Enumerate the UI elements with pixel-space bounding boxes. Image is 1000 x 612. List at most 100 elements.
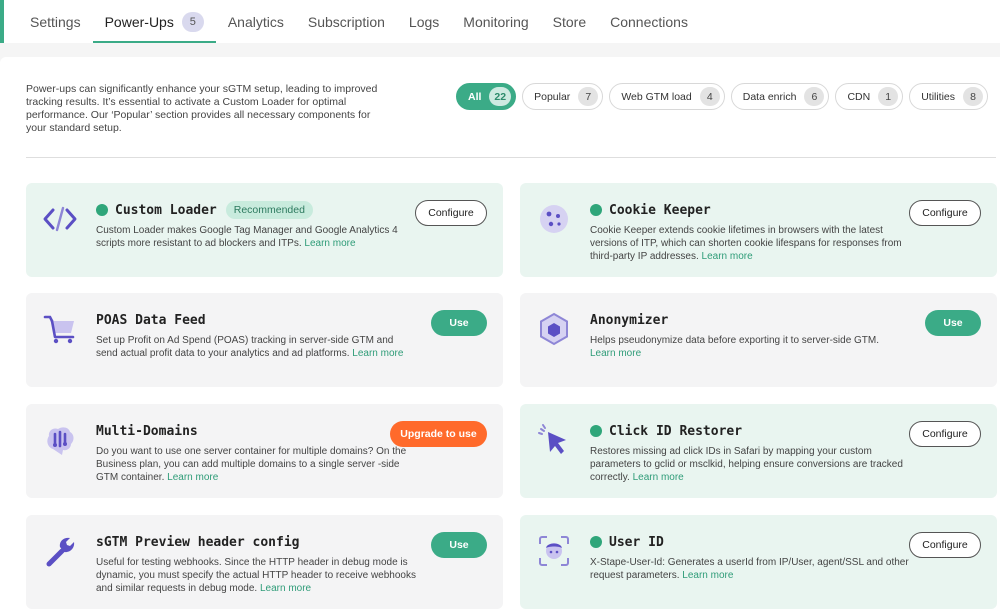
- learn-more-link[interactable]: Learn more: [260, 583, 311, 594]
- card-title: Custom Loader: [115, 202, 217, 218]
- filter-label: Utilities: [921, 90, 956, 103]
- tab-settings[interactable]: Settings: [30, 0, 93, 43]
- configure-button[interactable]: Configure: [909, 200, 981, 226]
- cookie-icon: [535, 200, 573, 238]
- divider: [26, 157, 996, 158]
- enabled-status-dot: [590, 536, 602, 548]
- card-description-text: Useful for testing webhooks. Since the H…: [96, 557, 416, 594]
- hexagon-icon: [535, 310, 573, 348]
- card-title-row: Anonymizer: [590, 310, 668, 330]
- power-up-card-sgtm-preview-header-config: sGTM Preview header config Useful for te…: [26, 515, 503, 609]
- filter-all[interactable]: All 22: [456, 83, 517, 110]
- power-up-card-anonymizer: Anonymizer Helps pseudonymize data befor…: [520, 293, 997, 387]
- filter-data-enrich[interactable]: Data enrich 6: [730, 83, 830, 110]
- tab-label: Monitoring: [463, 13, 529, 30]
- card-title-row: POAS Data Feed: [96, 310, 206, 330]
- tab-count-badge: 5: [181, 11, 204, 32]
- card-title: POAS Data Feed: [96, 312, 206, 328]
- tab-logs[interactable]: Logs: [397, 0, 451, 43]
- filter-label: Web GTM load: [621, 90, 692, 103]
- tab-label: Connections: [610, 13, 688, 30]
- cursor-click-icon: [535, 421, 573, 459]
- tab-label: Analytics: [227, 13, 284, 30]
- filter-label: Data enrich: [742, 90, 797, 103]
- filter-label: All: [468, 90, 482, 103]
- power-up-card-custom-loader: Custom Loader Recommended Custom Loader …: [26, 183, 503, 277]
- tab-label: Settings: [30, 13, 81, 30]
- card-description: Useful for testing webhooks. Since the H…: [96, 556, 416, 595]
- card-title: sGTM Preview header config: [96, 534, 300, 550]
- tab-label: Store: [552, 13, 587, 30]
- face-scan-icon: [535, 532, 573, 570]
- card-title-row: Click ID Restorer: [590, 421, 742, 441]
- learn-more-link[interactable]: Learn more: [352, 348, 403, 359]
- filter-count: 22: [489, 87, 512, 106]
- wrench-icon: [41, 532, 79, 570]
- top-nav: Settings Power-Ups 5 Analytics Subscripti…: [0, 0, 1000, 43]
- filter-count: 8: [963, 87, 984, 106]
- power-up-card-click-id-restorer: Click ID Restorer Restores missing ad cl…: [520, 404, 997, 498]
- cart-icon: [41, 310, 79, 348]
- filter-web-gtm-load[interactable]: Web GTM load 4: [609, 83, 725, 110]
- enabled-status-dot: [590, 425, 602, 437]
- power-up-card-user-id: User ID X-Stape-User-Id: Generates a use…: [520, 515, 997, 609]
- card-description-text: Set up Profit on Ad Spend (POAS) trackin…: [96, 335, 394, 359]
- use-button[interactable]: Use: [431, 532, 487, 558]
- card-description: Do you want to use one server container …: [96, 445, 416, 484]
- learn-more-link[interactable]: Learn more: [167, 472, 218, 483]
- card-title: Anonymizer: [590, 312, 669, 328]
- tab-label: Logs: [408, 13, 440, 30]
- use-button[interactable]: Use: [925, 310, 981, 336]
- card-title-row: User ID: [590, 532, 664, 552]
- card-description: Restores missing ad click IDs in Safari …: [590, 445, 910, 484]
- filter-utilities[interactable]: Utilities 8: [909, 83, 989, 110]
- enabled-status-dot: [590, 204, 602, 216]
- filter-popular[interactable]: Popular 7: [522, 83, 604, 110]
- upgrade-to-use-button[interactable]: Upgrade to use: [390, 421, 487, 447]
- brain-icon: [41, 421, 79, 459]
- filter-chips: All 22 Popular 7 Web GTM load 4 Data enrich…: [456, 83, 989, 111]
- card-description: X-Stape-User-Id: Generates a userId from…: [590, 556, 910, 582]
- learn-more-link[interactable]: Learn more: [590, 348, 641, 359]
- card-title-row: sGTM Preview header config: [96, 532, 300, 552]
- power-up-card-poas-data-feed: POAS Data Feed Set up Profit on Ad Spend…: [26, 293, 503, 387]
- configure-button[interactable]: Configure: [909, 532, 981, 558]
- tab-analytics[interactable]: Analytics: [216, 0, 296, 43]
- card-description-text: X-Stape-User-Id: Generates a userId from…: [590, 557, 909, 581]
- filter-label: CDN: [847, 90, 871, 103]
- tab-store[interactable]: Store: [541, 0, 598, 43]
- code-icon: [41, 200, 79, 238]
- card-description: Cookie Keeper extends cookie lifetimes i…: [590, 224, 910, 263]
- card-title: Multi-Domains: [96, 423, 198, 439]
- card-description: Set up Profit on Ad Spend (POAS) trackin…: [96, 334, 416, 360]
- filter-count: 1: [878, 87, 899, 106]
- intro-text: Power-ups can significantly enhance your…: [26, 83, 378, 134]
- card-title-row: Multi-Domains: [96, 421, 198, 441]
- card-description-text: Do you want to use one server container …: [96, 446, 407, 483]
- power-up-card-multi-domains: Multi-Domains Do you want to use one ser…: [26, 404, 503, 498]
- tab-subscription[interactable]: Subscription: [296, 0, 397, 43]
- filter-cdn[interactable]: CDN 1: [835, 83, 904, 110]
- use-button[interactable]: Use: [431, 310, 487, 336]
- filter-label: Popular: [534, 90, 571, 103]
- tab-connections[interactable]: Connections: [598, 0, 700, 43]
- card-title: Cookie Keeper: [609, 202, 711, 218]
- tab-label: Subscription: [307, 13, 385, 30]
- card-description: Custom Loader makes Google Tag Manager a…: [96, 224, 416, 250]
- enabled-status-dot: [96, 204, 108, 216]
- learn-more-link[interactable]: Learn more: [682, 570, 733, 581]
- filter-count: 7: [578, 87, 599, 106]
- learn-more-link[interactable]: Learn more: [304, 238, 355, 249]
- card-description: Helps pseudonymize data before exporting…: [590, 334, 910, 360]
- configure-button[interactable]: Configure: [909, 421, 981, 447]
- card-title-row: Custom Loader Recommended: [96, 200, 313, 220]
- card-title-row: Cookie Keeper: [590, 200, 711, 220]
- learn-more-link[interactable]: Learn more: [633, 472, 684, 483]
- card-title: Click ID Restorer: [609, 423, 743, 439]
- configure-button[interactable]: Configure: [415, 200, 487, 226]
- tab-power-ups[interactable]: Power-Ups 5: [92, 0, 217, 43]
- tab-monitoring[interactable]: Monitoring: [451, 0, 540, 43]
- learn-more-link[interactable]: Learn more: [702, 251, 753, 262]
- card-title: User ID: [609, 534, 664, 550]
- tab-list: Settings Power-Ups 5 Analytics Subscripti…: [30, 0, 700, 43]
